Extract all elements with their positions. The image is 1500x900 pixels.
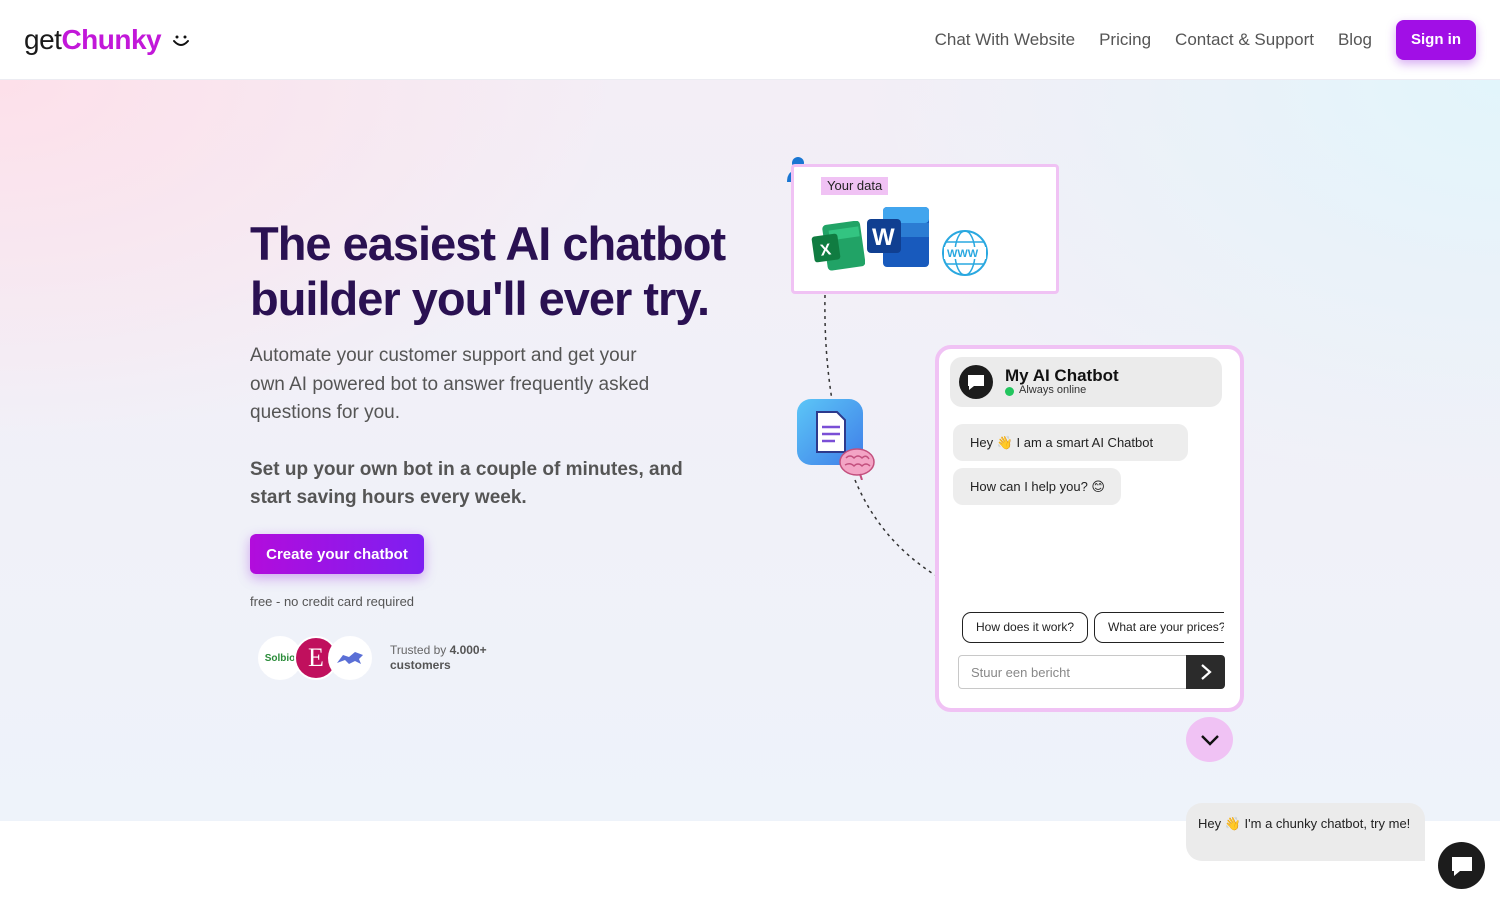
hero-subtitle-bold: Set up your own bot in a couple of minut… (250, 459, 683, 508)
nav-blog[interactable]: Blog (1338, 20, 1372, 60)
chat-bubble-icon (968, 375, 984, 390)
chevron-down-icon (1200, 734, 1219, 746)
chatbot-avatar (959, 365, 993, 399)
main-nav: Chat With Website Pricing Contact & Supp… (935, 20, 1476, 60)
excel-icon: X (811, 221, 865, 271)
connector-lines (824, 294, 936, 576)
chat-message: How can I help you? 😊 (953, 468, 1121, 505)
suggestion-chip[interactable]: How does it work? (962, 612, 1089, 643)
scroll-down-button[interactable] (1186, 717, 1233, 762)
chatbot-preview-card: My AI Chatbot Always online Hey 👋 I am a… (935, 345, 1244, 712)
customer-logo-wolf (328, 636, 372, 680)
create-chatbot-button[interactable]: Create your chatbot (250, 534, 424, 574)
svg-text:W: W (872, 224, 895, 251)
free-note: free - no credit card required (250, 594, 415, 609)
your-data-label: Your data (821, 177, 889, 195)
customer-logos: Solbio E (258, 636, 378, 680)
chatbot-header: My AI Chatbot Always online (950, 357, 1222, 407)
hero-subtitle: Automate your customer support and get y… (250, 345, 650, 423)
trusted-text: Trusted by 4.000+ customers (390, 643, 487, 673)
chatbot-status: Always online (1019, 384, 1087, 396)
chat-message-input[interactable] (958, 655, 1188, 689)
chevron-right-icon (1200, 664, 1212, 680)
logo-chunky-text: Chunky (61, 24, 162, 55)
chat-message: Hey 👋 I am a smart AI Chatbot (953, 424, 1188, 461)
smile-icon (173, 35, 190, 46)
wolf-icon (337, 652, 363, 664)
trusted-prefix: Trusted by (390, 643, 450, 657)
sign-in-button[interactable]: Sign in (1396, 20, 1476, 60)
chatbot-title: My AI Chatbot (1005, 366, 1119, 385)
word-icon: W (867, 207, 929, 267)
suggestion-chips: How does it work? What are your prices? (962, 612, 1224, 644)
trusted-count: 4.000+ (449, 643, 487, 657)
trusted-suffix: customers (390, 658, 451, 672)
site-header: get Chunky Chat With Website Pricing Cont… (0, 0, 1500, 80)
nav-chat-with-website[interactable]: Chat With Website (935, 20, 1075, 60)
send-button[interactable] (1186, 655, 1225, 689)
your-data-card: Your data X W WWW (791, 164, 1059, 294)
logo[interactable]: get Chunky (24, 24, 191, 56)
hero-headline: The easiest AI chatbot builder you'll ev… (250, 217, 726, 325)
svg-text:WWW: WWW (947, 248, 979, 260)
nav-pricing[interactable]: Pricing (1099, 20, 1151, 60)
suggestion-chip[interactable]: What are your prices? (1094, 612, 1224, 643)
chat-widget-greeting[interactable]: Hey 👋 I'm a chunky chatbot, try me! (1186, 803, 1425, 861)
online-status-dot (1005, 387, 1014, 396)
nav-contact-support[interactable]: Contact & Support (1175, 20, 1314, 60)
globe-www-icon: WWW (942, 230, 988, 276)
chat-launcher-button[interactable] (1438, 842, 1485, 889)
chat-bubble-icon (1451, 856, 1472, 876)
hero-section: The easiest AI chatbot builder you'll ev… (0, 80, 1500, 821)
brain-icon (839, 448, 875, 480)
logo-get-text: get (24, 24, 62, 55)
